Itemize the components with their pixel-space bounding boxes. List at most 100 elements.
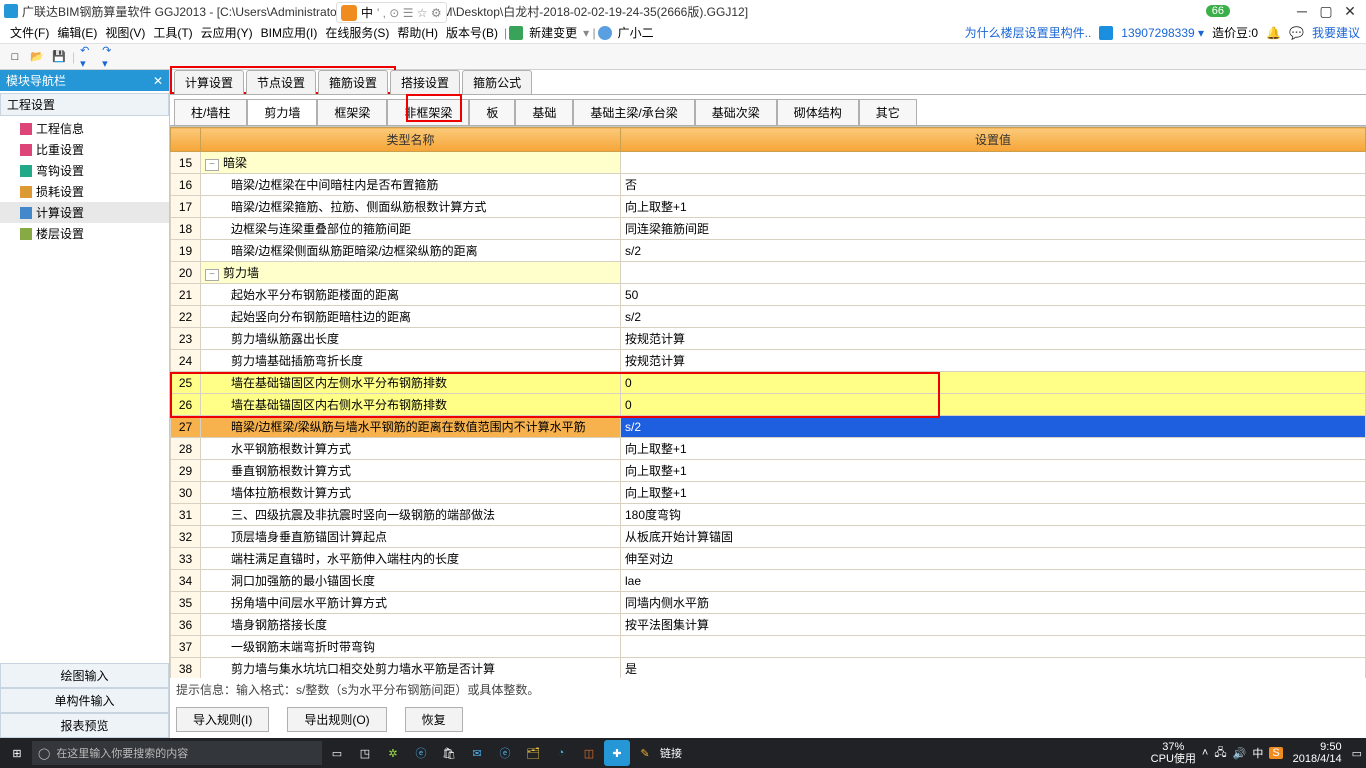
phone-link[interactable]: 13907298339 ▾ <box>1121 26 1204 40</box>
app-icon-1[interactable]: ◳ <box>352 740 378 766</box>
open-icon[interactable]: 📂 <box>28 48 46 66</box>
taskbar-search[interactable]: ◯ 在这里输入你要搜索的内容 <box>32 741 322 765</box>
setting-value[interactable]: 向上取整+1 <box>621 482 1366 504</box>
grid-row[interactable]: 25墙在基础锚固区内左侧水平分布钢筋排数0 <box>171 372 1366 394</box>
grid-row[interactable]: 37一级钢筋末端弯折时带弯钩 <box>171 636 1366 658</box>
menu-item[interactable]: 视图(V) <box>101 24 149 42</box>
help-link[interactable]: 为什么楼层设置里构件.. <box>965 24 1092 41</box>
bell-icon[interactable]: 🔔 <box>1266 26 1281 40</box>
member-type-tab[interactable]: 基础主梁/承台梁 <box>573 99 694 125</box>
tray-chevron-icon[interactable]: ˄ <box>1202 747 1208 759</box>
tray-ime-icon[interactable]: S <box>1269 747 1282 759</box>
nav-item[interactable]: 工程信息 <box>0 118 169 139</box>
grid-row[interactable]: 15−暗梁 <box>171 152 1366 174</box>
task-view-icon[interactable]: ▭ <box>324 740 350 766</box>
member-type-tab[interactable]: 砌体结构 <box>777 99 859 125</box>
grid-row[interactable]: 21起始水平分布钢筋距楼面的距离50 <box>171 284 1366 306</box>
setting-value[interactable]: s/2 <box>621 306 1366 328</box>
grid-row[interactable]: 28水平钢筋根数计算方式向上取整+1 <box>171 438 1366 460</box>
restore-button[interactable]: 恢复 <box>405 707 463 732</box>
minimize-button[interactable]: ─ <box>1290 3 1314 19</box>
config-tab[interactable]: 节点设置 <box>246 70 316 94</box>
nav-bottom-button[interactable]: 单构件输入 <box>0 688 169 713</box>
collapse-icon[interactable]: − <box>205 159 219 171</box>
setting-value[interactable]: 向上取整+1 <box>621 460 1366 482</box>
menu-item[interactable]: 在线服务(S) <box>321 24 393 42</box>
setting-value[interactable]: 180度弯钩 <box>621 504 1366 526</box>
maximize-button[interactable]: ▢ <box>1314 3 1338 20</box>
grid-row[interactable]: 35拐角墙中间层水平筋计算方式同墙内侧水平筋 <box>171 592 1366 614</box>
grid-row[interactable]: 20−剪力墙 <box>171 262 1366 284</box>
grid-row[interactable]: 33端柱满足直锚时，水平筋伸入端柱内的长度伸至对边 <box>171 548 1366 570</box>
setting-value[interactable]: 向上取整+1 <box>621 438 1366 460</box>
grid-row[interactable]: 32顶层墙身垂直筋锚固计算起点从板底开始计算锚固 <box>171 526 1366 548</box>
taskbar-link-label[interactable]: 链接 <box>660 745 682 761</box>
grid-row[interactable]: 38剪力墙与集水坑坑口相交处剪力墙水平筋是否计算是 <box>171 658 1366 679</box>
tray-lang-icon[interactable]: 中 <box>1252 745 1263 761</box>
member-type-tab[interactable]: 剪力墙 <box>247 99 317 125</box>
redo-icon[interactable]: ↷ ▾ <box>101 48 119 66</box>
setting-value[interactable] <box>621 636 1366 658</box>
grid-row[interactable]: 19暗梁/边框梁侧面纵筋距暗梁/边框梁纵筋的距离s/2 <box>171 240 1366 262</box>
menu-item[interactable]: 云应用(Y) <box>197 24 257 42</box>
grid-row[interactable]: 30墙体拉筋根数计算方式向上取整+1 <box>171 482 1366 504</box>
setting-value[interactable]: 50 <box>621 284 1366 306</box>
setting-value[interactable]: 0 <box>621 372 1366 394</box>
setting-value[interactable]: 按平法图集计算 <box>621 614 1366 636</box>
tray-net-icon[interactable]: 🖧 <box>1214 744 1226 763</box>
nav-pin-icon[interactable]: ✕ <box>153 74 163 88</box>
ie-icon[interactable]: ⓔ <box>492 740 518 766</box>
config-tab[interactable]: 箍筋公式 <box>462 70 532 94</box>
nav-bottom-button[interactable]: 绘图输入 <box>0 663 169 688</box>
config-tab[interactable]: 计算设置 <box>174 70 244 94</box>
setting-value[interactable]: 0 <box>621 394 1366 416</box>
new-change[interactable]: 新建变更 <box>525 22 581 43</box>
setting-value[interactable]: 按规范计算 <box>621 328 1366 350</box>
grid-row[interactable]: 22起始竖向分布钢筋距暗柱边的距离s/2 <box>171 306 1366 328</box>
undo-icon[interactable]: ↶ ▾ <box>79 48 97 66</box>
menu-item[interactable]: 帮助(H) <box>393 24 442 42</box>
grid-row[interactable]: 31三、四级抗震及非抗震时竖向一级钢筋的端部做法180度弯钩 <box>171 504 1366 526</box>
setting-value[interactable]: 伸至对边 <box>621 548 1366 570</box>
member-type-tab[interactable]: 柱/墙柱 <box>174 99 247 125</box>
menu-item[interactable]: 版本号(B) <box>442 24 502 42</box>
app-icon-5[interactable]: ✚ <box>604 740 630 766</box>
collapse-icon[interactable]: − <box>205 269 219 281</box>
store-icon[interactable]: 🛍 <box>436 740 462 766</box>
app-icon-6[interactable]: ✎ <box>632 740 658 766</box>
grid-row[interactable]: 26墙在基础锚固区内右侧水平分布钢筋排数0 <box>171 394 1366 416</box>
start-button[interactable]: ⊞ <box>4 740 30 766</box>
member-type-tab[interactable]: 基础 <box>515 99 573 125</box>
config-tab[interactable]: 搭接设置 <box>390 70 460 94</box>
export-rules-button[interactable]: 导出规则(O) <box>287 707 386 732</box>
explorer-icon[interactable]: 🗂 <box>520 740 546 766</box>
app-icon-3[interactable]: ◔ <box>548 740 574 766</box>
setting-value[interactable] <box>621 152 1366 174</box>
setting-value[interactable]: 是 <box>621 658 1366 679</box>
grid-row[interactable]: 18边框梁与连梁重叠部位的箍筋间距同连梁箍筋间距 <box>171 218 1366 240</box>
suggest-link[interactable]: 我要建议 <box>1312 24 1360 41</box>
grid-row[interactable]: 16暗梁/边框梁在中间暗柱内是否布置箍筋否 <box>171 174 1366 196</box>
setting-value[interactable]: 从板底开始计算锚固 <box>621 526 1366 548</box>
user-small[interactable]: 广小二 <box>614 22 658 43</box>
nav-item[interactable]: 计算设置 <box>0 202 169 223</box>
grid-row[interactable]: 36墙身钢筋搭接长度按平法图集计算 <box>171 614 1366 636</box>
grid-row[interactable]: 27暗梁/边框梁/梁纵筋与墙水平钢筋的距离在数值范围内不计算水平筋s/2 <box>171 416 1366 438</box>
menu-item[interactable]: 编辑(E) <box>53 24 101 42</box>
nav-item[interactable]: 弯钩设置 <box>0 160 169 181</box>
nav-bottom-button[interactable]: 报表预览 <box>0 713 169 738</box>
member-type-tab[interactable]: 板 <box>469 99 515 125</box>
grid-row[interactable]: 29垂直钢筋根数计算方式向上取整+1 <box>171 460 1366 482</box>
nav-item[interactable]: 楼层设置 <box>0 223 169 244</box>
app-icon-2[interactable]: ✲ <box>380 740 406 766</box>
member-type-tab[interactable]: 基础次梁 <box>695 99 777 125</box>
member-type-tab[interactable]: 其它 <box>859 99 917 125</box>
import-rules-button[interactable]: 导入规则(I) <box>176 707 269 732</box>
config-tab[interactable]: 箍筋设置 <box>318 70 388 94</box>
new-icon[interactable]: □ <box>6 48 24 66</box>
setting-value[interactable]: s/2 <box>621 416 1366 438</box>
setting-value[interactable]: 同墙内侧水平筋 <box>621 592 1366 614</box>
edge-icon[interactable]: ⓔ <box>408 740 434 766</box>
grid-row[interactable]: 34洞口加强筋的最小锚固长度lae <box>171 570 1366 592</box>
member-type-tab[interactable]: 非框架梁 <box>387 99 469 125</box>
